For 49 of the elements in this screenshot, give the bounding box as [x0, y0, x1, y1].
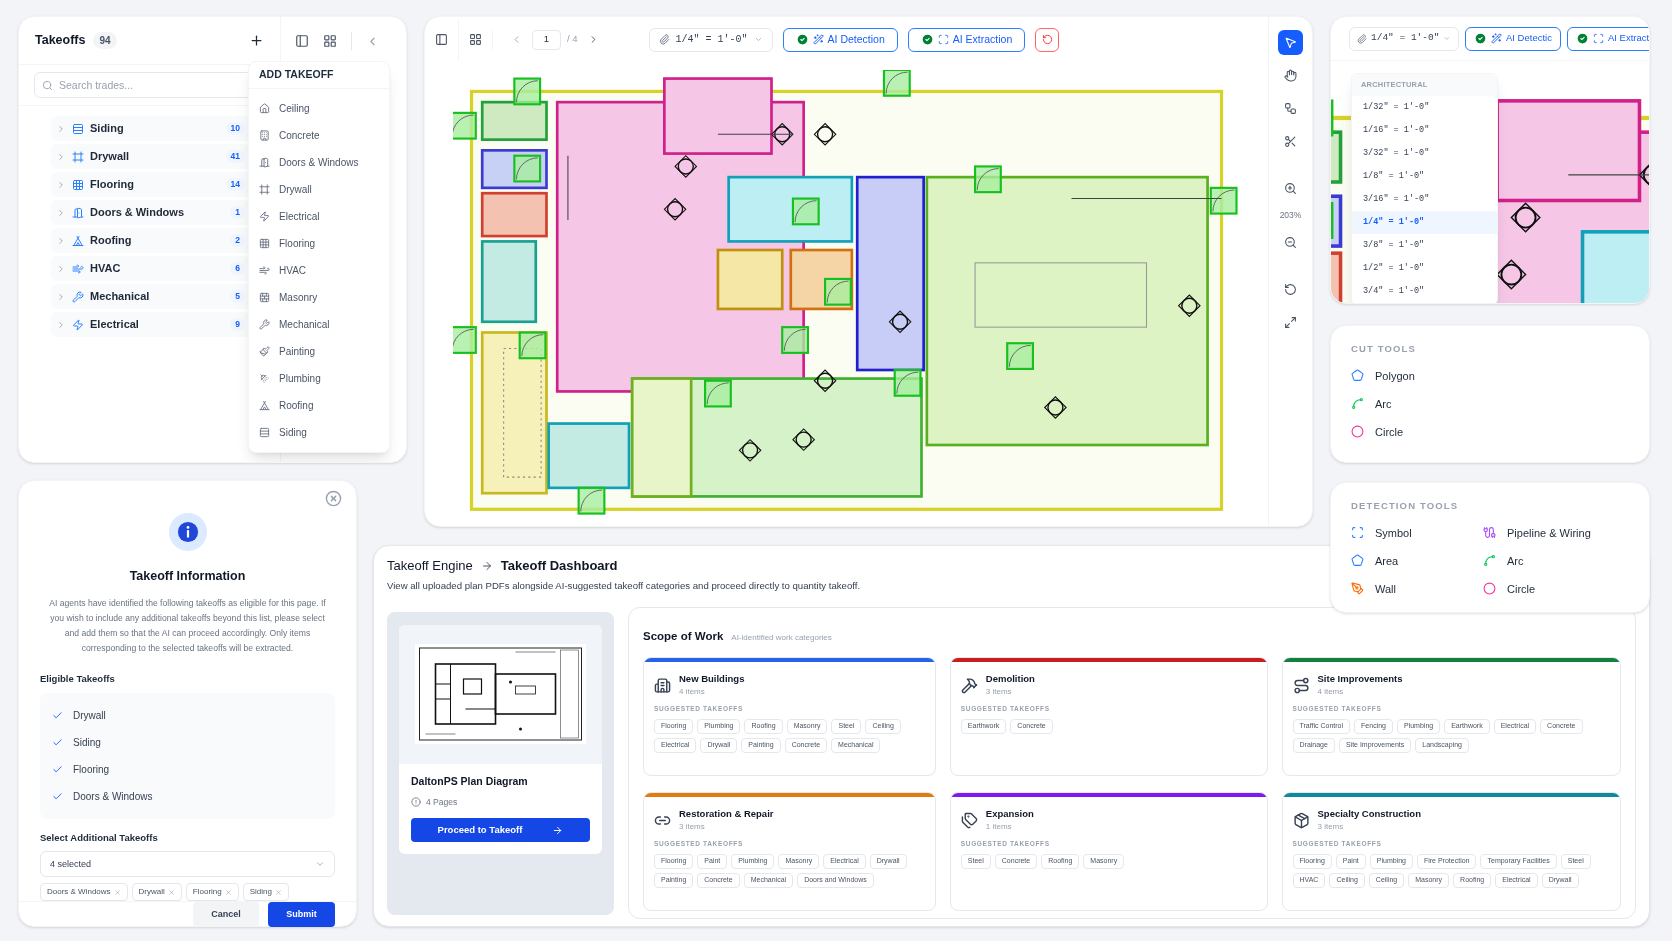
- eligible-label: Doors & Windows: [73, 790, 153, 804]
- trade-label: Drywall: [90, 149, 130, 165]
- eligible-label: Flooring: [73, 763, 110, 777]
- panel-title: CUT TOOLS: [1351, 342, 1417, 356]
- trade-label: Doors & Windows: [90, 205, 184, 221]
- count-badge: 41: [225, 150, 245, 163]
- section-title: Select Additional Takeoffs: [40, 831, 159, 845]
- category-count: 3 items: [985, 686, 1013, 699]
- trade-label: Flooring: [90, 177, 134, 193]
- breadcrumb-item: Takeoff Dashboard: [500, 557, 618, 575]
- category-name: Restoration & Repair: [679, 807, 774, 822]
- category-count: 4 items: [679, 686, 706, 699]
- category-count: 1 items: [985, 821, 1013, 834]
- eligible-label: Siding: [73, 736, 101, 750]
- category-name: Demolition: [985, 672, 1035, 687]
- section-title: Eligible Takeoffs: [40, 671, 116, 686]
- count-badge: 5: [230, 290, 245, 303]
- trade-label: HVAC: [90, 261, 121, 277]
- category-name: Expansion: [985, 807, 1034, 822]
- trade-label: Siding: [90, 121, 124, 137]
- count-badge: 14: [225, 178, 245, 191]
- category-count: 4 items: [1317, 686, 1345, 699]
- eligible-label: Drywall: [73, 709, 106, 723]
- page-count: 4 Pages: [426, 795, 458, 809]
- scope-subtitle: AI-identified work categories: [731, 631, 832, 644]
- category-count: 3 items: [679, 821, 706, 834]
- count-badge: 94: [93, 32, 117, 49]
- page-description: View all uploaded plan PDFs alongside AI-suggested takeoff categories and proceed directly to quantity takeoff.: [387, 578, 861, 593]
- panel-title: DETECTION TOOLS: [1351, 499, 1460, 513]
- panel-title: Takeoffs: [35, 32, 86, 50]
- count-badge: 10: [225, 122, 245, 135]
- count-badge: 2: [230, 234, 245, 247]
- scope-title: Scope of Work: [643, 628, 724, 644]
- count-badge: 1: [230, 206, 245, 219]
- category-name: New Buildings: [679, 672, 745, 687]
- category-name: Specialty Construction: [1317, 807, 1421, 822]
- trade-label: Roofing: [90, 233, 132, 249]
- count-badge: 6: [230, 262, 245, 275]
- dialog-description: AI agents have identified the following takeoffs as eligible for this page. If you wish to include any additional takeoffs beyond this list, please select and add them so that the AI can proceed accordingly. Only items corresponding to the selected takeoffs will be extracted.: [48, 596, 327, 655]
- menu-title: ADD TAKEOFF: [249, 62, 389, 89]
- dialog-title: Takeoff Information: [129, 568, 246, 585]
- count-badge: 9: [230, 318, 245, 331]
- category-name: Site Improvements: [1317, 672, 1403, 687]
- zoom-level: 203%: [1279, 209, 1302, 222]
- trade-label: Electrical: [90, 317, 139, 333]
- page-total: / 4: [567, 32, 578, 47]
- trade-label: Mechanical: [90, 289, 150, 305]
- plan-name: DaltonPS Plan Diagram: [411, 773, 529, 789]
- category-count: 3 items: [1317, 821, 1345, 834]
